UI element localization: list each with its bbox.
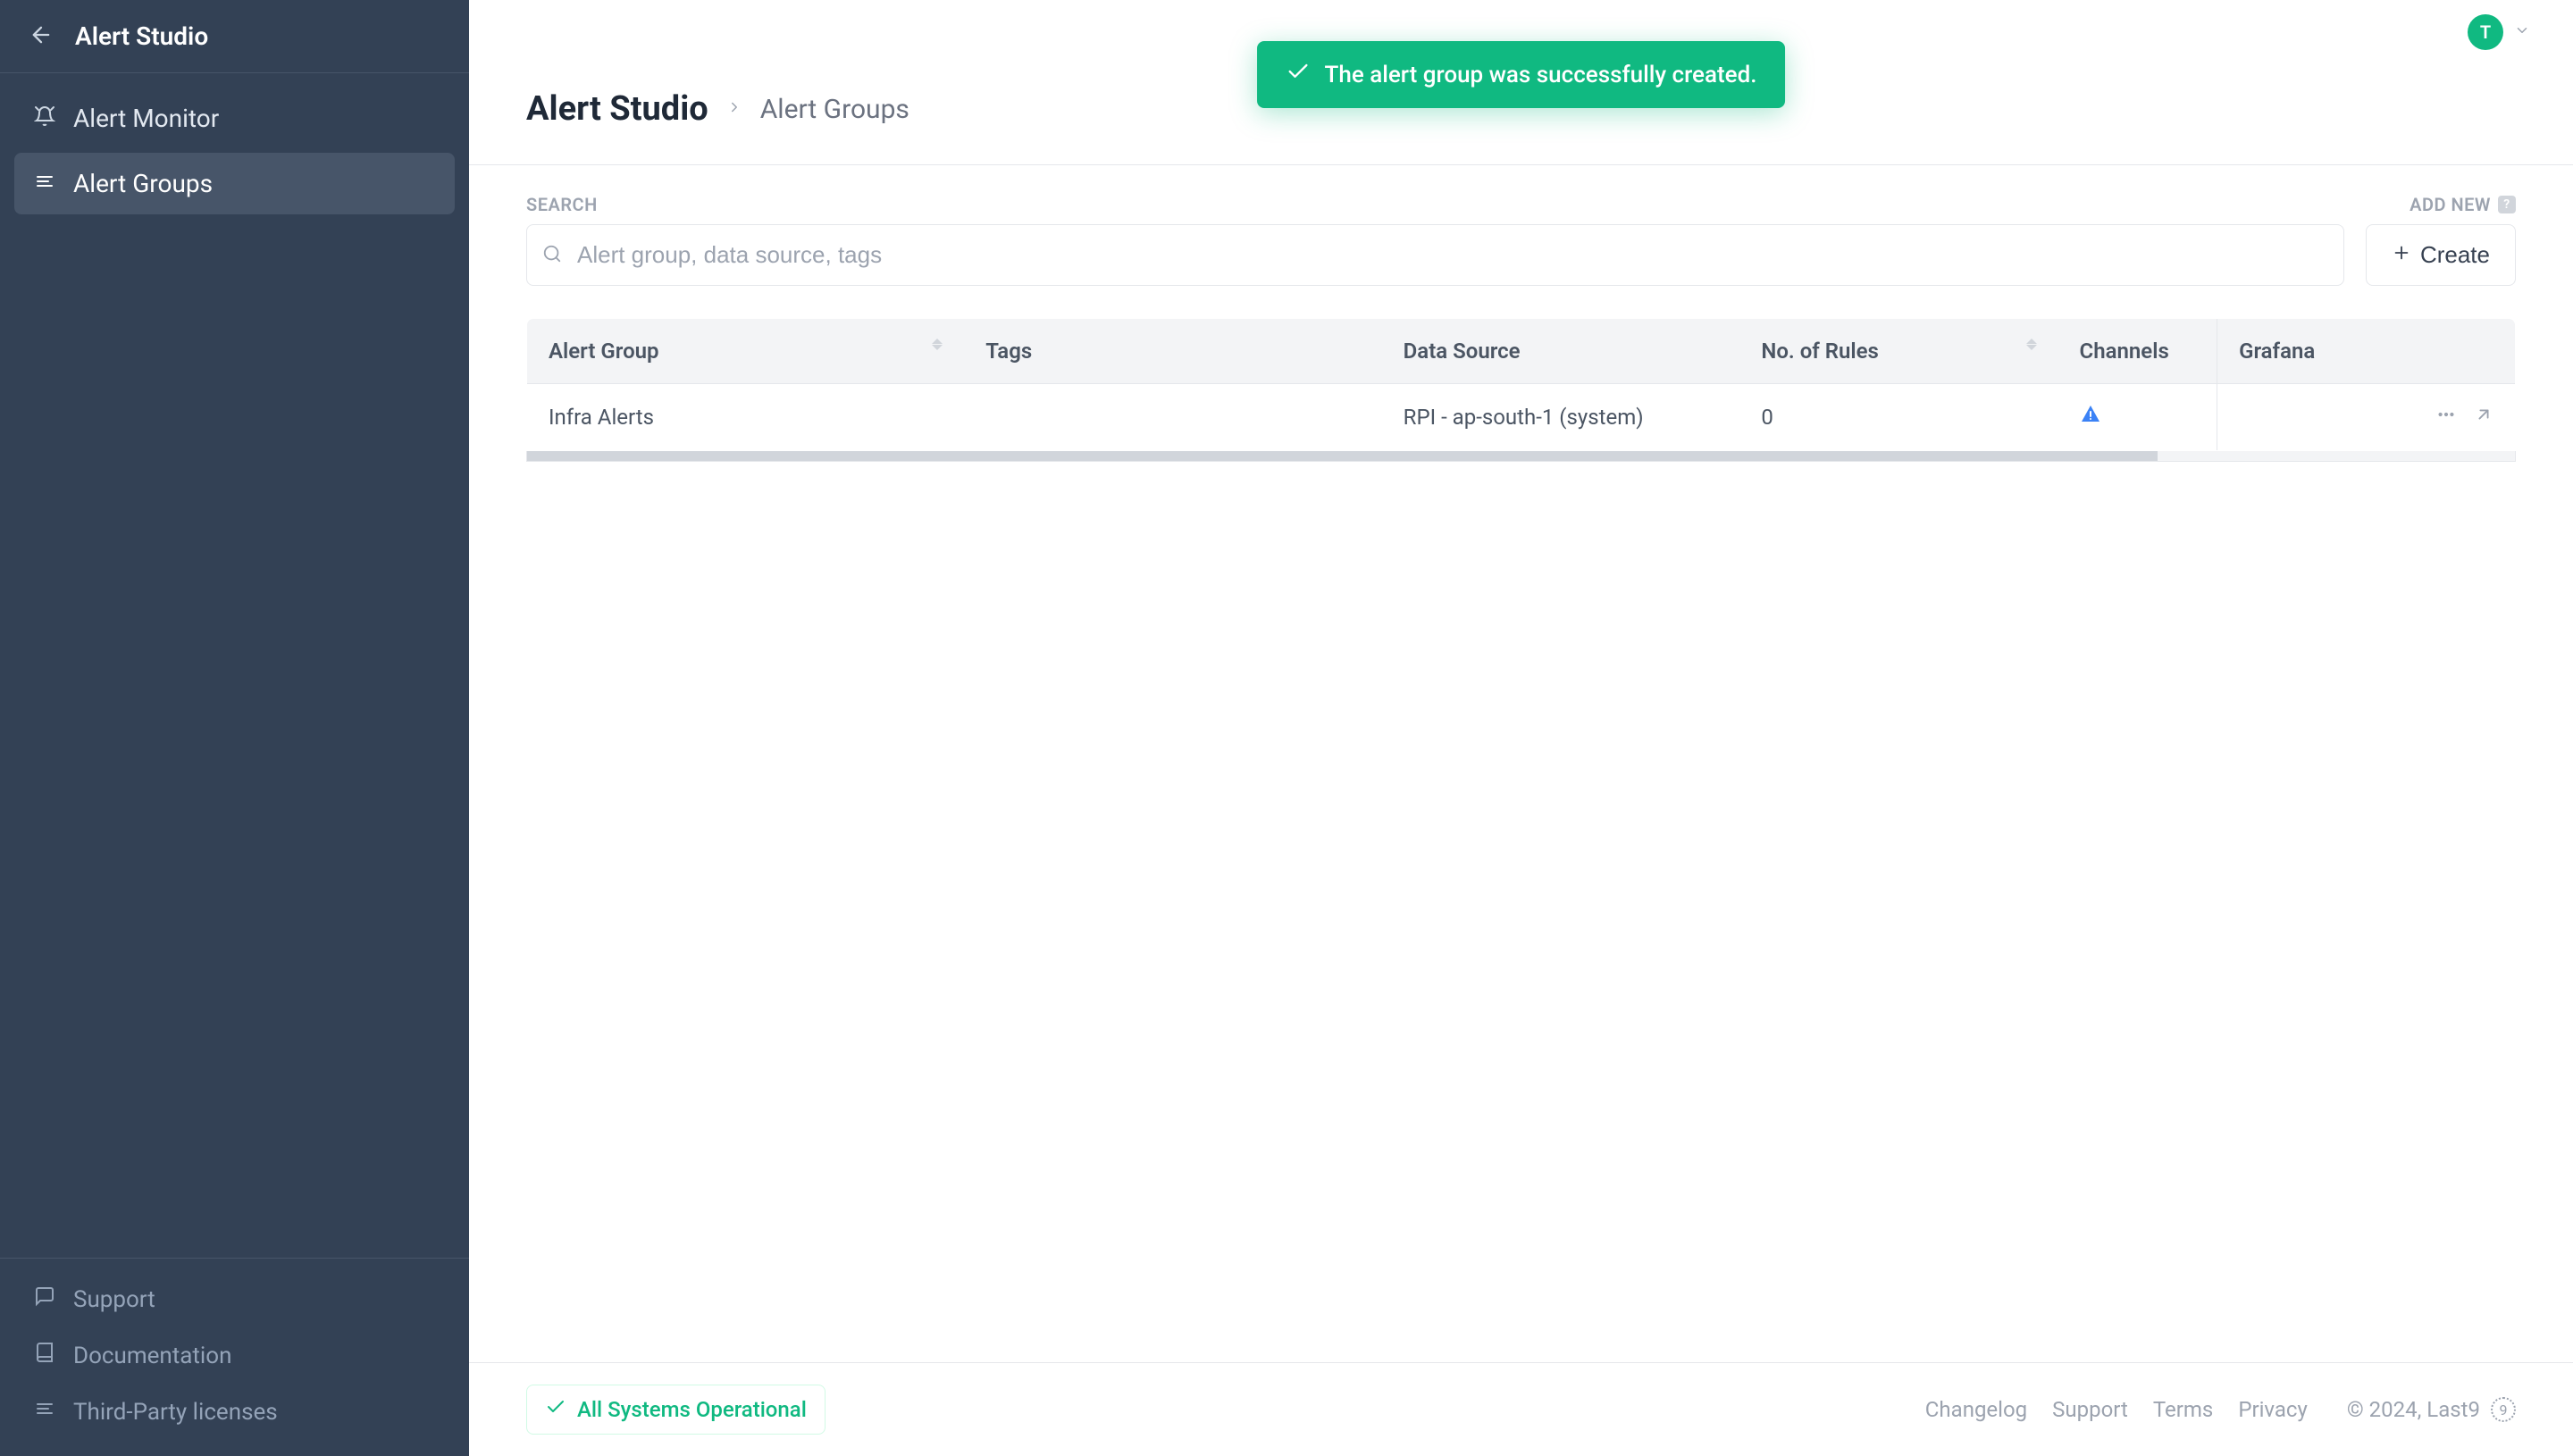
chevron-down-icon[interactable] <box>2514 22 2530 42</box>
more-icon[interactable] <box>2436 405 2456 430</box>
addnew-wrapper: ADD NEW ? Create <box>2366 194 2516 286</box>
chat-icon <box>34 1285 55 1313</box>
sidebar-item-alert-groups[interactable]: Alert Groups <box>14 153 455 214</box>
check-icon <box>1286 59 1311 90</box>
sort-icon <box>932 339 943 350</box>
breadcrumb-main[interactable]: Alert Studio <box>526 89 708 129</box>
footer-link-terms[interactable]: Terms <box>2153 1397 2213 1422</box>
sidebar-header: Alert Studio <box>0 0 469 73</box>
copyright: © 2024, Last9 9 <box>2347 1397 2516 1422</box>
sidebar-item-label: Documentation <box>73 1343 231 1369</box>
search-input[interactable] <box>526 224 2344 286</box>
sidebar-nav: Alert Monitor Alert Groups <box>0 73 469 1258</box>
main-content: T The alert group was successfully creat… <box>469 0 2573 1456</box>
sidebar-item-documentation[interactable]: Documentation <box>14 1329 455 1382</box>
sidebar-footer: Support Documentation Third-Party licens… <box>0 1258 469 1456</box>
table-wrapper: Alert Group Tags Data Source No. of Rule… <box>526 318 2516 462</box>
breadcrumb-sub: Alert Groups <box>760 94 909 125</box>
status-badge[interactable]: All Systems Operational <box>526 1385 826 1435</box>
cell-grafana <box>2217 384 2516 451</box>
cell-channels <box>2058 384 2217 451</box>
create-button[interactable]: Create <box>2366 224 2516 286</box>
topbar: T <box>2425 0 2573 64</box>
search-icon <box>542 244 562 267</box>
sidebar: Alert Studio Alert Monitor Alert Groups <box>0 0 469 1456</box>
footer-link-support[interactable]: Support <box>2052 1397 2128 1422</box>
warning-icon[interactable] <box>2080 404 2101 425</box>
sidebar-item-licenses[interactable]: Third-Party licenses <box>14 1385 455 1438</box>
sidebar-item-label: Third-Party licenses <box>73 1399 278 1426</box>
column-tags[interactable]: Tags <box>964 319 1381 384</box>
plus-icon <box>2392 241 2411 269</box>
help-icon[interactable]: ? <box>2498 196 2516 213</box>
table-row[interactable]: Infra Alerts RPI - ap-south-1 (system) 0 <box>527 384 2516 451</box>
cell-rules: 0 <box>1739 384 2058 451</box>
success-toast: The alert group was successfully created… <box>1257 41 1786 108</box>
addnew-label: ADD NEW ? <box>2366 194 2516 215</box>
book-icon <box>34 1342 55 1369</box>
table-scrollbar[interactable] <box>526 451 2516 462</box>
check-icon <box>545 1396 566 1423</box>
list-icon <box>34 1398 55 1426</box>
cell-data-source: RPI - ap-south-1 (system) <box>1382 384 1740 451</box>
alert-groups-table: Alert Group Tags Data Source No. of Rule… <box>526 318 2516 451</box>
open-link-icon[interactable] <box>2474 405 2493 430</box>
sidebar-item-label: Support <box>73 1286 155 1313</box>
chevron-right-icon <box>726 99 742 119</box>
sidebar-title: Alert Studio <box>75 21 208 51</box>
footer-link-privacy[interactable]: Privacy <box>2238 1397 2308 1422</box>
column-data-source[interactable]: Data Source <box>1382 319 1740 384</box>
column-grafana[interactable]: Grafana <box>2217 319 2516 384</box>
content-section: SEARCH ADD NEW ? <box>469 165 2573 1362</box>
status-text: All Systems Operational <box>577 1397 807 1422</box>
column-alert-group[interactable]: Alert Group <box>527 319 965 384</box>
list-icon <box>34 169 55 198</box>
footer: All Systems Operational Changelog Suppor… <box>469 1362 2573 1456</box>
search-label: SEARCH <box>526 194 2344 215</box>
sidebar-item-label: Alert Groups <box>73 169 213 198</box>
scrollbar-thumb[interactable] <box>527 451 2158 461</box>
footer-links: Changelog Support Terms Privacy © 2024, … <box>1925 1397 2516 1422</box>
search-wrapper: SEARCH <box>526 194 2344 286</box>
cell-tags <box>964 384 1381 451</box>
sort-icon <box>2026 339 2037 350</box>
back-arrow-icon[interactable] <box>29 22 54 51</box>
bell-icon <box>34 104 55 133</box>
brand-logo-icon: 9 <box>2491 1397 2516 1422</box>
toast-message: The alert group was successfully created… <box>1325 62 1757 88</box>
action-bar: SEARCH ADD NEW ? <box>526 194 2516 286</box>
column-channels[interactable]: Channels <box>2058 319 2217 384</box>
create-button-label: Create <box>2420 241 2490 269</box>
column-rules[interactable]: No. of Rules <box>1739 319 2058 384</box>
cell-alert-group: Infra Alerts <box>527 384 965 451</box>
footer-link-changelog[interactable]: Changelog <box>1925 1397 2027 1422</box>
user-avatar[interactable]: T <box>2468 14 2503 50</box>
sidebar-item-support[interactable]: Support <box>14 1273 455 1326</box>
sidebar-item-alert-monitor[interactable]: Alert Monitor <box>14 88 455 149</box>
sidebar-item-label: Alert Monitor <box>73 104 219 133</box>
